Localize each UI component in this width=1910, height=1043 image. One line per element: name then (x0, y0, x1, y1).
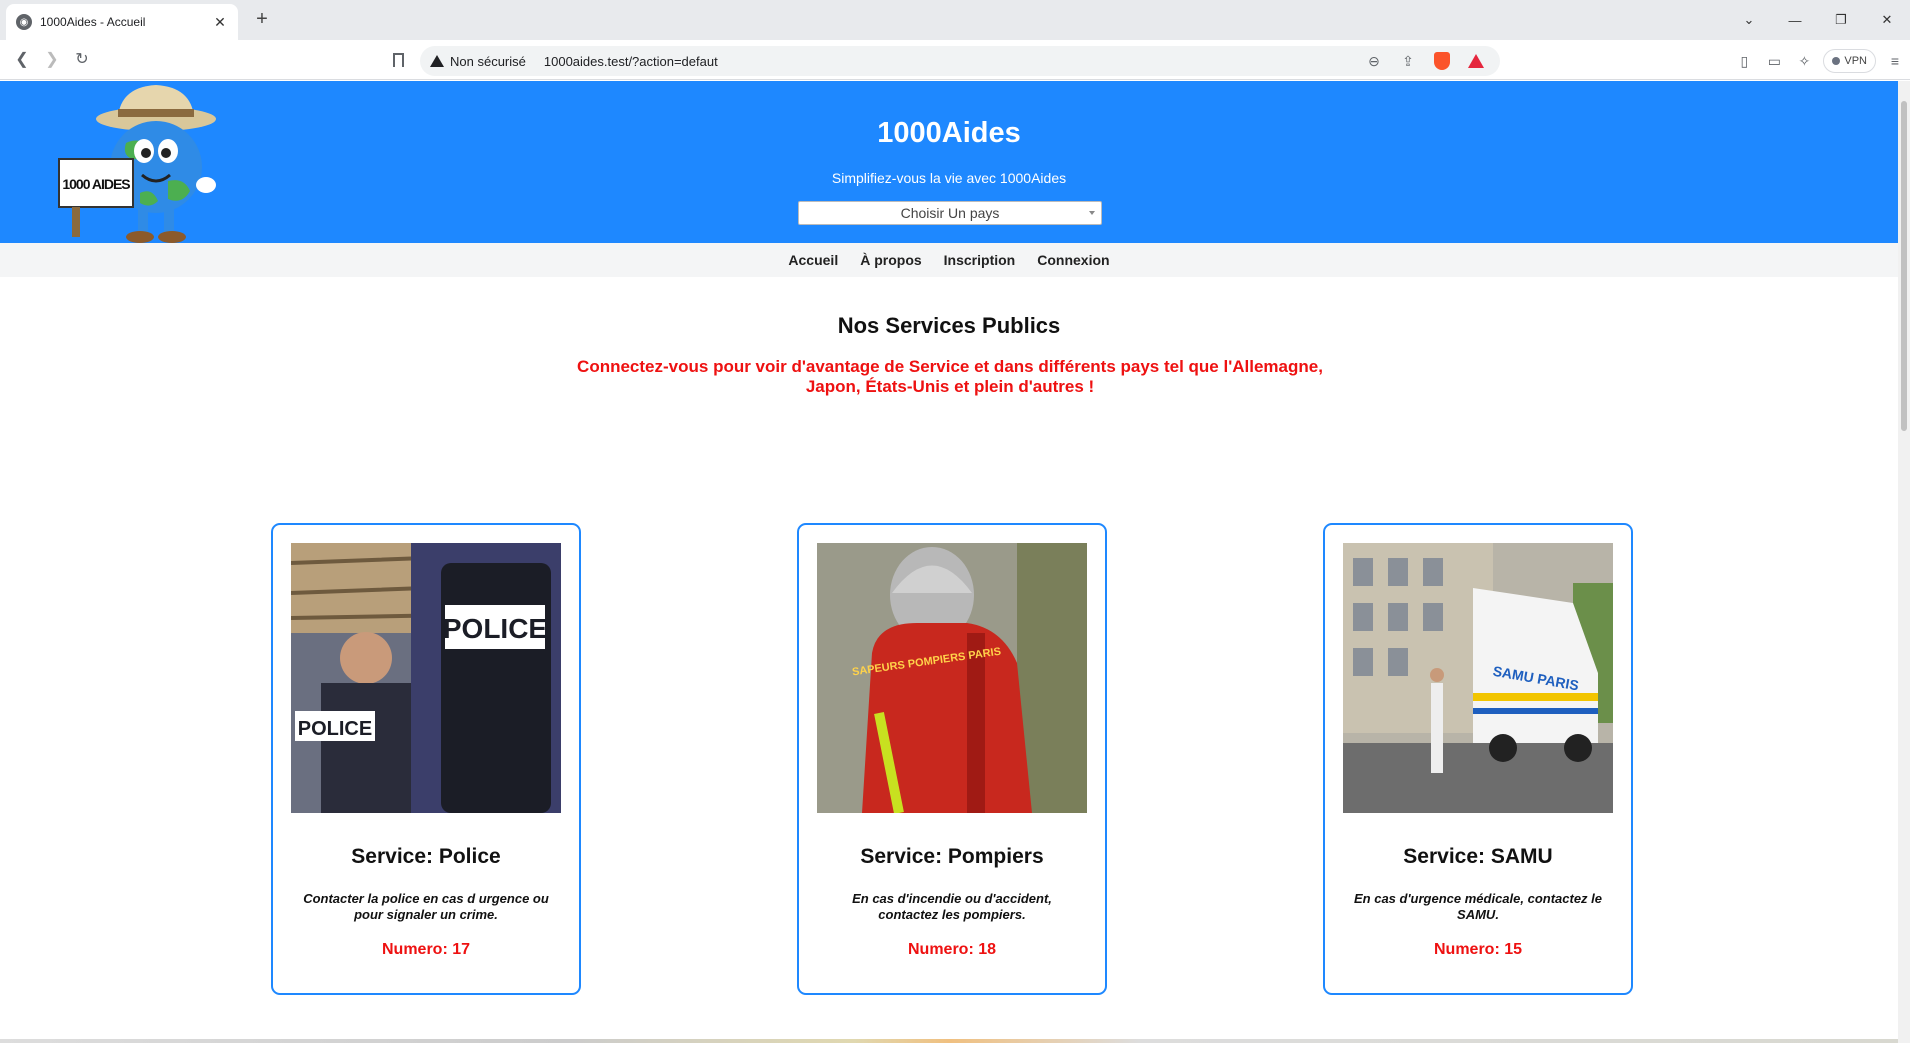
minimize-button[interactable]: — (1772, 0, 1818, 40)
address-bar[interactable]: Non sécurisé 1000aides.test/?action=defa… (420, 46, 1500, 76)
service-card-police[interactable]: POLICE POLICE Service: Police Contacter … (271, 523, 581, 995)
main-nav: Accueil À propos Inscription Connexion (0, 243, 1898, 277)
chevron-down-icon (1089, 211, 1095, 215)
service-number: Numero: 17 (381, 941, 471, 958)
wallet-icon[interactable]: ▭ (1759, 48, 1789, 74)
browser-toolbar: ❮ ❯ ↻ Non sécurisé 1000aides.test/?actio… (0, 40, 1910, 80)
vpn-button[interactable]: VPN (1823, 49, 1876, 73)
footer-edge (0, 1039, 1898, 1043)
reload-button[interactable]: ↻ (70, 48, 94, 72)
service-card-samu[interactable]: SAMU PARIS Service: SAMU En cas d'urgenc… (1323, 523, 1633, 995)
nav-inscription[interactable]: Inscription (944, 252, 1016, 268)
bookmark-icon[interactable] (388, 48, 408, 72)
forward-button[interactable]: ❯ (40, 48, 64, 72)
site-title: 1000Aides (877, 117, 1021, 149)
browser-right-tools: ▯ ▭ ✧ VPN ≡ (1729, 48, 1910, 74)
country-select-value: Choisir Un pays (900, 205, 1000, 221)
service-title: Service: Police (351, 845, 501, 868)
close-tab-icon[interactable]: ✕ (212, 14, 228, 31)
close-window-button[interactable]: ✕ (1864, 0, 1910, 40)
login-notice: Connectez-vous pour voir d'avantage de S… (577, 357, 1323, 396)
globe-icon: ◉ (16, 14, 32, 30)
site-header: 1000 AIDES 1000Aides Simplifiez-vous la … (0, 81, 1898, 243)
service-number: Numero: 18 (907, 941, 997, 958)
scrollbar-thumb[interactable] (1901, 101, 1907, 431)
leo-ai-icon[interactable]: ✧ (1789, 48, 1819, 74)
browser-tabbar: ◉ 1000Aides - Accueil ✕ + ⌄ — ❐ ✕ (0, 0, 1910, 40)
service-description: En cas d'incendie ou d'accident, contact… (852, 891, 1052, 922)
new-tab-button[interactable]: + (250, 8, 274, 32)
security-label[interactable]: Non sécurisé (450, 54, 526, 69)
firefighter-image: SAPEURS POMPIERS PARIS (817, 543, 1087, 813)
service-description: En cas d'urgence médicale, contactez le … (1353, 891, 1603, 922)
police-image: POLICE POLICE (291, 543, 561, 813)
zoom-icon[interactable]: ⊖ (1360, 50, 1388, 72)
brave-rewards-icon[interactable] (1462, 50, 1490, 72)
browser-tab[interactable]: ◉ 1000Aides - Accueil ✕ (6, 4, 238, 40)
site-logo[interactable]: 1000 AIDES (56, 81, 226, 243)
menu-icon[interactable]: ≡ (1880, 48, 1910, 74)
service-description: Contacter la police en cas d urgence ou … (303, 891, 549, 922)
ambulance-image: SAMU PARIS (1343, 543, 1613, 813)
site-subtitle: Simplifiez-vous la vie avec 1000Aides (831, 170, 1067, 186)
police-image-text-2: POLICE (298, 718, 372, 740)
tab-title: 1000Aides - Accueil (40, 15, 146, 29)
warning-icon (430, 55, 444, 67)
service-card-pompiers[interactable]: SAPEURS POMPIERS PARIS Service: Pompiers… (797, 523, 1107, 995)
country-select[interactable]: Choisir Un pays (798, 201, 1102, 225)
vpn-status-icon (1832, 57, 1841, 65)
back-button[interactable]: ❮ (10, 48, 34, 72)
brave-shields-icon[interactable] (1428, 50, 1456, 72)
restore-button[interactable]: ❐ (1818, 0, 1864, 40)
page-viewport: 1000 AIDES 1000Aides Simplifiez-vous la … (0, 81, 1898, 1043)
nav-connexion[interactable]: Connexion (1037, 252, 1109, 268)
nav-accueil[interactable]: Accueil (788, 252, 838, 268)
police-image-text: POLICE (443, 613, 547, 644)
nav-a-propos[interactable]: À propos (860, 252, 921, 268)
share-icon[interactable]: ⇪ (1394, 50, 1422, 72)
service-title: Service: Pompiers (860, 845, 1044, 868)
url-text[interactable]: 1000aides.test/?action=defaut (544, 54, 1354, 69)
service-number: Numero: 15 (1433, 941, 1523, 958)
window-controls: ⌄ — ❐ ✕ (1726, 0, 1910, 40)
section-title: Nos Services Publics (837, 313, 1061, 338)
service-title: Service: SAMU (1403, 845, 1553, 868)
tab-search-icon[interactable]: ⌄ (1726, 0, 1772, 40)
sidebar-icon[interactable]: ▯ (1729, 48, 1759, 74)
page-scrollbar[interactable] (1898, 81, 1910, 1043)
vpn-label: VPN (1844, 55, 1867, 67)
